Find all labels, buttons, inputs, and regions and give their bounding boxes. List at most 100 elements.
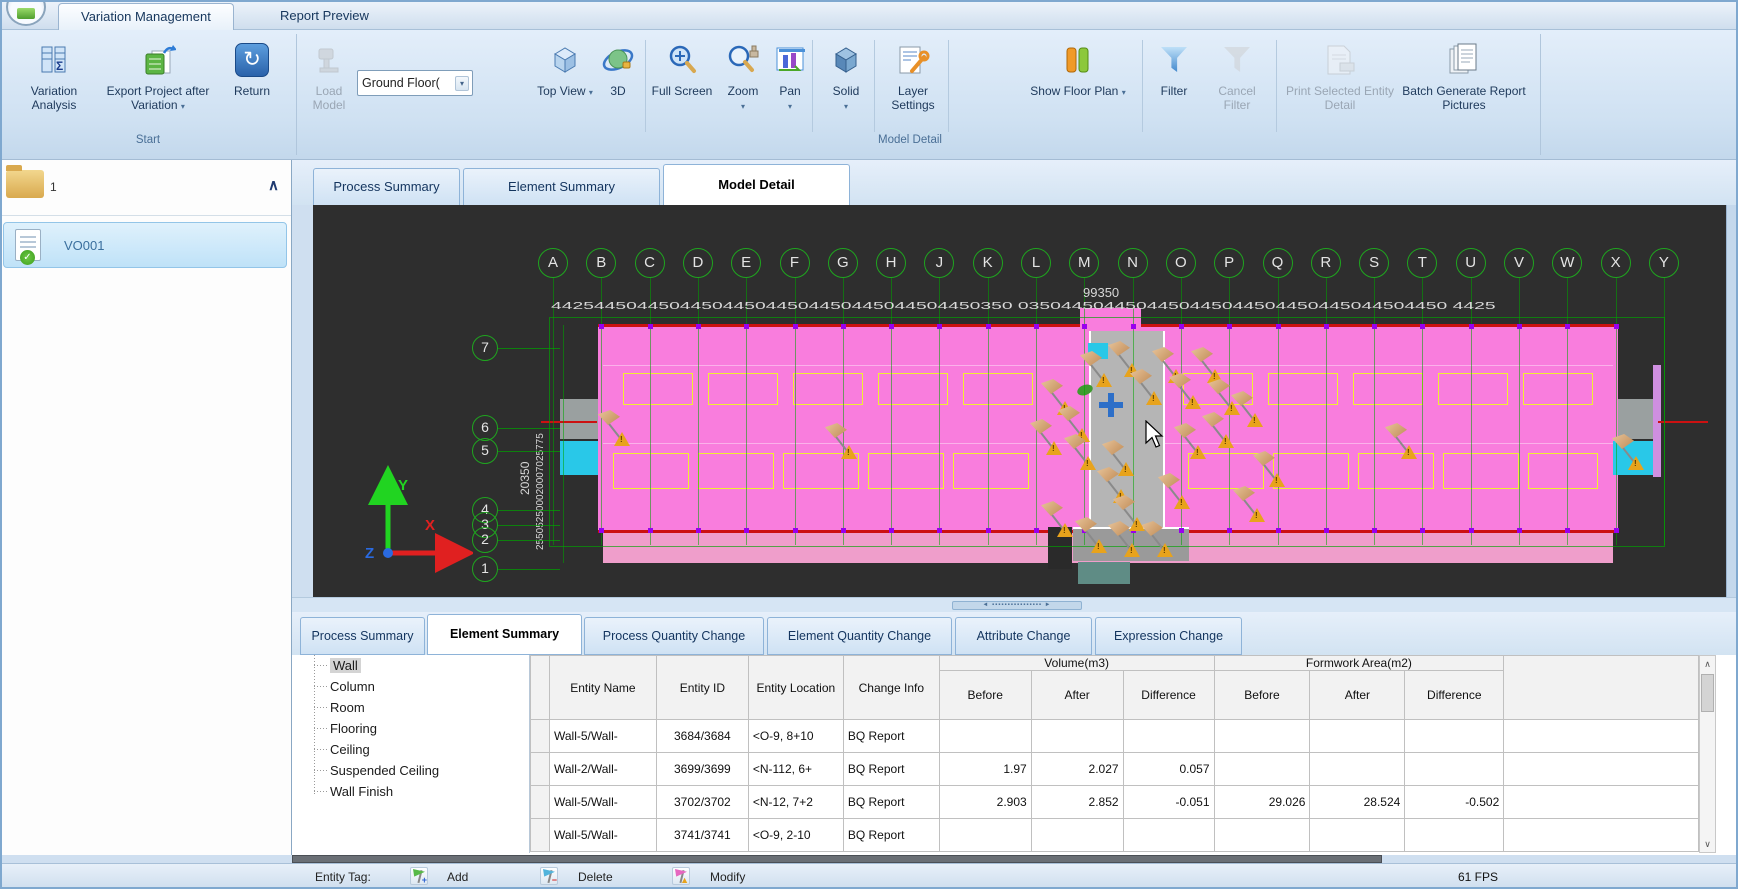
panel-bottom-scrollbar[interactable] <box>292 855 1382 863</box>
table-cell[interactable]: 3702/3702 <box>656 786 748 819</box>
table-cell[interactable]: Wall-5/Wall- <box>549 819 656 852</box>
sidebar-group-header[interactable]: 1 ∧ <box>0 162 291 216</box>
tab-report-preview[interactable]: Report Preview <box>258 3 391 30</box>
summary-tab-attribute-change[interactable]: Attribute Change <box>955 617 1092 655</box>
table-cell[interactable] <box>1031 720 1123 753</box>
tree-item-wall-finish[interactable]: Wall Finish <box>300 781 529 802</box>
column-header[interactable]: Before <box>1214 671 1310 720</box>
summary-tab-process-quantity-change[interactable]: Process Quantity Change <box>584 617 764 655</box>
table-cell[interactable]: Wall-5/Wall- <box>549 720 656 753</box>
table-cell[interactable] <box>1214 720 1310 753</box>
tree-item-suspended-ceiling[interactable]: Suspended Ceiling <box>300 760 529 781</box>
view-tab-model-detail[interactable]: Model Detail <box>663 164 850 205</box>
combo-arrow-icon[interactable]: ▾ <box>455 76 469 91</box>
entity-tag-marker[interactable] <box>1130 369 1166 409</box>
column-header[interactable]: Entity Location <box>748 656 843 720</box>
table-cell[interactable] <box>1405 720 1504 753</box>
table-cell[interactable] <box>1405 753 1504 786</box>
tree-item-ceiling[interactable]: Ceiling <box>300 739 529 760</box>
entity-tag-marker[interactable] <box>1113 495 1149 535</box>
summary-tab-element-quantity-change[interactable]: Element Quantity Change <box>767 617 952 655</box>
splitter-handle[interactable]: ◄ ▪▪▪▪▪▪▪▪▪▪▪▪▪▪▪▪ ► <box>952 601 1082 610</box>
column-header[interactable]: Difference <box>1123 671 1214 720</box>
tree-item-wall[interactable]: Wall <box>300 655 529 676</box>
table-cell[interactable]: BQ Report <box>843 753 939 786</box>
table-cell[interactable]: 2.852 <box>1031 786 1123 819</box>
app-menu-button[interactable] <box>6 0 46 26</box>
table-cell[interactable]: 3741/3741 <box>656 819 748 852</box>
table-cell[interactable]: BQ Report <box>843 819 939 852</box>
show-floor-plan-button[interactable]: Show Floor Plan ▾ <box>1030 36 1126 100</box>
sidebar-item-vo001[interactable]: ✓ VO001 <box>3 222 287 268</box>
export-project-button[interactable]: Export Project after Variation ▾ <box>100 36 216 114</box>
canvas-vertical-scrollbar[interactable] <box>1726 205 1738 597</box>
summary-tab-element-summary[interactable]: Element Summary <box>427 614 582 655</box>
entity-tag-marker[interactable] <box>1075 517 1111 557</box>
column-header[interactable]: After <box>1310 671 1405 720</box>
table-cell[interactable]: 3699/3699 <box>656 753 748 786</box>
table-cell[interactable] <box>1214 819 1310 852</box>
batch-generate-button[interactable]: Batch Generate Report Pictures <box>1398 36 1530 112</box>
zoom-button[interactable]: Zoom▾ <box>716 36 770 114</box>
entity-tag-marker[interactable] <box>1385 423 1421 463</box>
row-header-corner[interactable] <box>531 656 550 720</box>
tree-item-flooring[interactable]: Flooring <box>300 718 529 739</box>
full-screen-button[interactable]: Full Screen <box>650 36 714 98</box>
view-tab-element-summary[interactable]: Element Summary <box>463 168 660 205</box>
column-header[interactable]: Volume(m3) <box>939 656 1214 671</box>
table-cell[interactable]: BQ Report <box>843 786 939 819</box>
entity-tag-marker[interactable] <box>598 410 634 450</box>
table-cell[interactable]: BQ Report <box>843 720 939 753</box>
tab-variation-management[interactable]: Variation Management <box>58 3 234 30</box>
column-header[interactable]: Formwork Area(m2) <box>1214 656 1504 671</box>
table-cell[interactable]: 1.97 <box>939 753 1031 786</box>
entity-tag-marker[interactable] <box>1231 391 1267 431</box>
column-header[interactable]: Entity Name <box>549 656 656 720</box>
scrollbar-thumb[interactable] <box>1701 674 1714 712</box>
entity-tag-marker[interactable] <box>1158 473 1194 513</box>
column-header[interactable]: Before <box>939 671 1031 720</box>
table-cell[interactable] <box>1310 753 1405 786</box>
table-row[interactable]: Wall-5/Wall-3684/3684<O-9, 8+10BQ Report <box>531 720 1699 753</box>
entity-tag-marker[interactable] <box>1233 486 1269 526</box>
view-tab-process-summary[interactable]: Process Summary <box>313 168 460 205</box>
row-header[interactable] <box>531 753 550 786</box>
entity-tag-marker[interactable] <box>1169 373 1205 413</box>
table-cell[interactable] <box>1123 720 1214 753</box>
scroll-up-icon[interactable]: ∧ <box>1700 656 1715 672</box>
table-row[interactable]: Wall-2/Wall-3699/3699<N-112, 6+BQ Report… <box>531 753 1699 786</box>
table-cell[interactable]: Wall-5/Wall- <box>549 786 656 819</box>
entity-tag-marker[interactable] <box>1612 434 1648 474</box>
table-cell[interactable]: 0.057 <box>1123 753 1214 786</box>
horizontal-splitter[interactable]: ◄ ▪▪▪▪▪▪▪▪▪▪▪▪▪▪▪▪ ► <box>292 597 1738 612</box>
tree-item-room[interactable]: Room <box>300 697 529 718</box>
row-header[interactable] <box>531 819 550 852</box>
variation-analysis-button[interactable]: Σ Variation Analysis <box>10 36 98 112</box>
table-cell[interactable]: -0.502 <box>1405 786 1504 819</box>
entity-tag-marker[interactable] <box>1253 451 1289 491</box>
column-header[interactable]: Difference <box>1405 671 1504 720</box>
table-cell[interactable]: Wall-2/Wall- <box>549 753 656 786</box>
table-row[interactable]: Wall-5/Wall-3741/3741<O-9, 2-10BQ Report <box>531 819 1699 852</box>
table-cell[interactable] <box>1310 819 1405 852</box>
column-header[interactable]: After <box>1031 671 1123 720</box>
table-row[interactable]: Wall-5/Wall-3702/3702<N-12, 7+2BQ Report… <box>531 786 1699 819</box>
tree-item-column[interactable]: Column <box>300 676 529 697</box>
table-cell[interactable] <box>1214 753 1310 786</box>
table-cell[interactable] <box>1310 720 1405 753</box>
table-cell[interactable]: 2.027 <box>1031 753 1123 786</box>
summary-tab-process-summary[interactable]: Process Summary <box>300 617 425 655</box>
top-view-button[interactable]: Top View ▾ <box>536 36 594 100</box>
table-cell[interactable] <box>939 720 1031 753</box>
table-cell[interactable]: <N-112, 6+ <box>748 753 843 786</box>
filter-button[interactable]: Filter <box>1148 36 1200 98</box>
table-cell[interactable]: -0.051 <box>1123 786 1214 819</box>
table-cell[interactable] <box>939 819 1031 852</box>
add-tag-icon[interactable]: + <box>410 867 428 885</box>
table-cell[interactable]: 29.026 <box>1214 786 1310 819</box>
pan-button[interactable]: Pan▾ <box>772 36 808 114</box>
entity-tag-marker[interactable] <box>1041 501 1077 541</box>
modify-tag-icon[interactable]: ▲ <box>672 867 690 885</box>
delete-tag-icon[interactable]: − <box>540 867 558 885</box>
entity-tag-marker[interactable] <box>1064 434 1100 474</box>
